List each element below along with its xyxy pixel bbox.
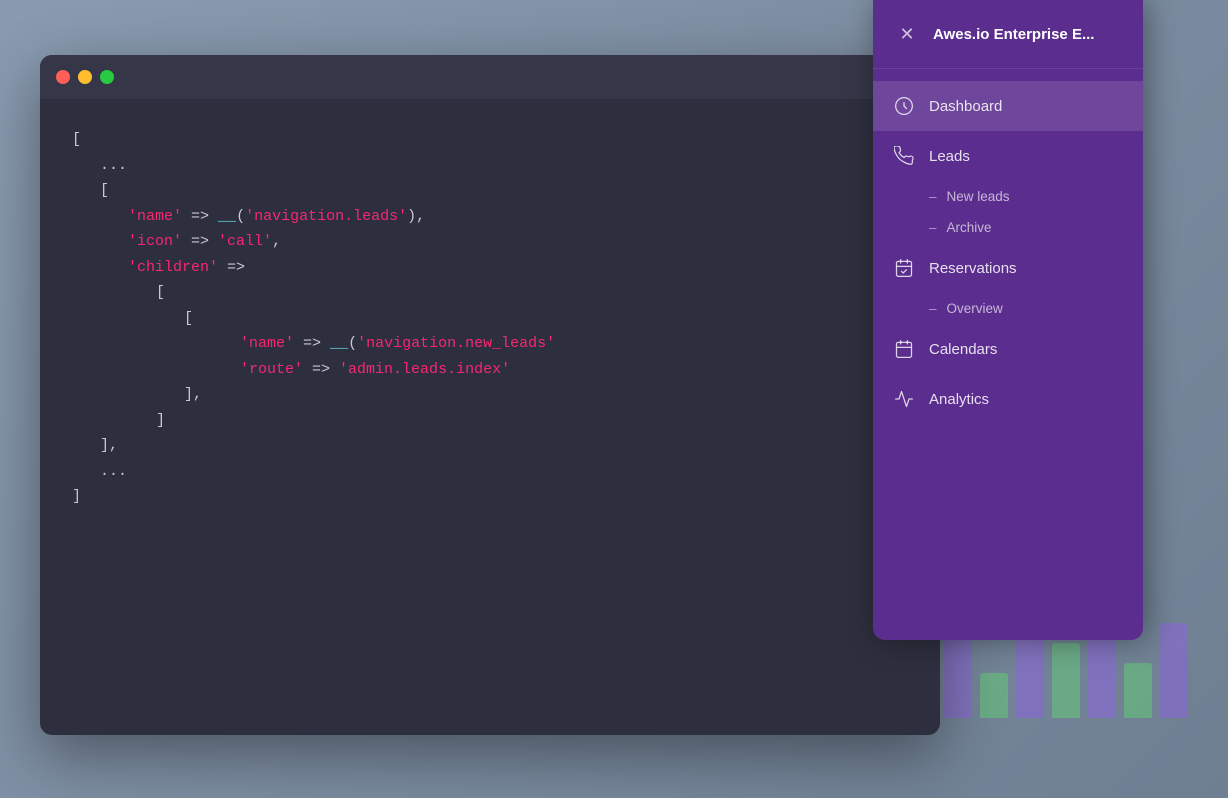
code-line-3: [ [100,178,908,204]
sidebar-header: ✕ Awes.io Enterprise E... [873,0,1143,69]
code-line-10: 'route' => 'admin.leads.index' [240,357,908,383]
sidebar-subitem-new-leads[interactable]: New leads [873,181,1143,212]
sidebar-item-leads[interactable]: Leads [873,131,1143,181]
sidebar-subitem-overview[interactable]: Overview [873,293,1143,324]
code-line-8: [ [184,306,908,332]
sidebar-subitem-label-archive: Archive [947,220,992,235]
code-line-11: ], [184,382,908,408]
code-content: [ ... [ 'name' => __('navigation.leads')… [40,99,940,538]
sidebar-subitem-label-new-leads: New leads [947,189,1010,204]
phone-icon [893,145,915,167]
code-line-13: ], [100,433,908,459]
sidebar-item-label-reservations: Reservations [929,260,1017,277]
code-line-5: 'icon' => 'call', [128,229,908,255]
analytics-icon [893,388,915,410]
sidebar-item-analytics[interactable]: Analytics [873,374,1143,424]
code-line-12: ] [156,408,908,434]
sidebar-close-button[interactable]: ✕ [893,20,921,48]
sidebar-item-label-analytics: Analytics [929,391,989,408]
code-line-1: [ [72,127,908,153]
window-titlebar [40,55,940,99]
nav-items: Dashboard Leads New leads Archive [873,69,1143,436]
close-traffic-light[interactable] [56,70,70,84]
dashboard-icon [893,95,915,117]
code-line-7: [ [156,280,908,306]
sidebar-item-label-dashboard: Dashboard [929,98,1002,115]
code-line-6: 'children' => [128,255,908,281]
code-line-9: 'name' => __('navigation.new_leads' [240,331,908,357]
sidebar-subitem-label-overview: Overview [947,301,1003,316]
sidebar-item-calendars[interactable]: Calendars [873,324,1143,374]
sidebar-item-label-leads: Leads [929,148,970,165]
sidebar-title: Awes.io Enterprise E... [933,26,1123,43]
sidebar: ✕ Awes.io Enterprise E... Dashboard Lead… [873,0,1143,640]
calendars-icon [893,338,915,360]
minimize-traffic-light[interactable] [78,70,92,84]
sidebar-item-reservations[interactable]: Reservations [873,243,1143,293]
sidebar-item-dashboard[interactable]: Dashboard [873,81,1143,131]
sidebar-subitem-archive[interactable]: Archive [873,212,1143,243]
code-line-14: ... [100,459,908,485]
reservations-icon [893,257,915,279]
maximize-traffic-light[interactable] [100,70,114,84]
code-line-2: ... [100,153,908,179]
code-line-4: 'name' => __('navigation.leads'), [128,204,908,230]
sidebar-item-label-calendars: Calendars [929,341,997,358]
close-icon: ✕ [899,24,914,45]
code-line-15: ] [72,484,908,510]
code-editor-window: [ ... [ 'name' => __('navigation.leads')… [40,55,940,735]
